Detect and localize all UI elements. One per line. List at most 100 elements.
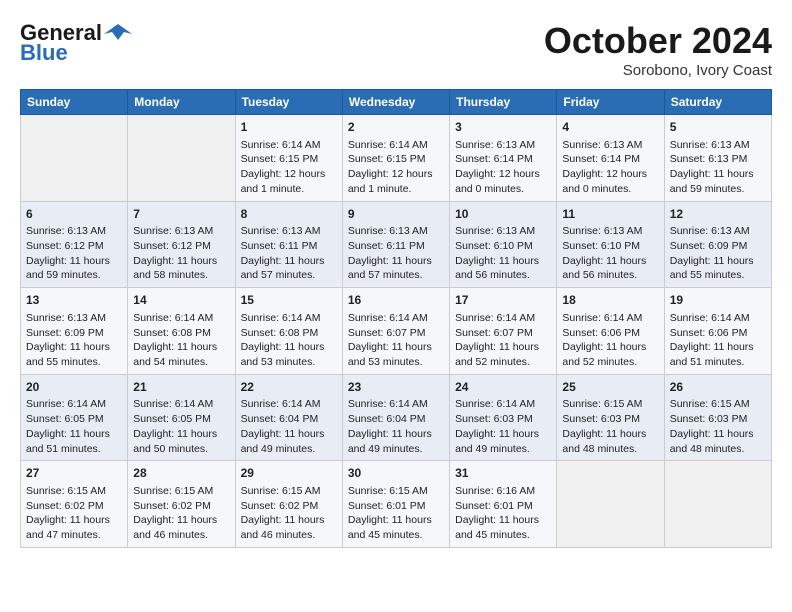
day-number: 14 (133, 292, 229, 309)
day-number: 28 (133, 465, 229, 482)
empty-cell (664, 461, 771, 548)
day-info-line: Sunset: 6:03 PM (562, 412, 658, 427)
weekday-header-saturday: Saturday (664, 90, 771, 115)
day-info-line: Sunrise: 6:13 AM (348, 224, 444, 239)
weekday-header-monday: Monday (128, 90, 235, 115)
day-info-line: Sunrise: 6:13 AM (670, 138, 766, 153)
day-info-line: Sunrise: 6:13 AM (455, 138, 551, 153)
day-info-line: Sunset: 6:04 PM (348, 412, 444, 427)
day-info-line: Sunrise: 6:15 AM (562, 397, 658, 412)
day-number: 30 (348, 465, 444, 482)
day-number: 20 (26, 379, 122, 396)
day-number: 27 (26, 465, 122, 482)
day-number: 19 (670, 292, 766, 309)
day-info-line: Sunrise: 6:16 AM (455, 484, 551, 499)
day-number: 21 (133, 379, 229, 396)
day-cell-12: 12Sunrise: 6:13 AMSunset: 6:09 PMDayligh… (664, 201, 771, 288)
day-info-line: Sunset: 6:05 PM (133, 412, 229, 427)
day-cell-19: 19Sunrise: 6:14 AMSunset: 6:06 PMDayligh… (664, 288, 771, 375)
day-info-line: Sunset: 6:08 PM (241, 326, 337, 341)
day-info-line: Daylight: 11 hours and 57 minutes. (241, 254, 337, 283)
day-number: 11 (562, 206, 658, 223)
day-cell-31: 31Sunrise: 6:16 AMSunset: 6:01 PMDayligh… (450, 461, 557, 548)
day-info-line: Daylight: 11 hours and 51 minutes. (670, 340, 766, 369)
calendar-table: SundayMondayTuesdayWednesdayThursdayFrid… (20, 89, 772, 548)
day-info-line: Sunset: 6:11 PM (348, 239, 444, 254)
day-cell-15: 15Sunrise: 6:14 AMSunset: 6:08 PMDayligh… (235, 288, 342, 375)
day-cell-22: 22Sunrise: 6:14 AMSunset: 6:04 PMDayligh… (235, 374, 342, 461)
day-number: 6 (26, 206, 122, 223)
day-cell-2: 2Sunrise: 6:14 AMSunset: 6:15 PMDaylight… (342, 115, 449, 202)
weekday-header-sunday: Sunday (21, 90, 128, 115)
day-info-line: Sunset: 6:07 PM (455, 326, 551, 341)
empty-cell (128, 115, 235, 202)
day-number: 15 (241, 292, 337, 309)
day-info-line: Daylight: 11 hours and 49 minutes. (348, 427, 444, 456)
day-cell-29: 29Sunrise: 6:15 AMSunset: 6:02 PMDayligh… (235, 461, 342, 548)
day-info-line: Sunrise: 6:14 AM (455, 311, 551, 326)
day-info-line: Sunrise: 6:14 AM (670, 311, 766, 326)
location-subtitle: Sorobono, Ivory Coast (544, 62, 772, 79)
day-info-line: Sunset: 6:03 PM (455, 412, 551, 427)
day-info-line: Sunrise: 6:14 AM (241, 138, 337, 153)
day-info-line: Sunrise: 6:14 AM (241, 311, 337, 326)
day-number: 29 (241, 465, 337, 482)
day-info-line: Sunrise: 6:14 AM (26, 397, 122, 412)
day-number: 17 (455, 292, 551, 309)
day-info-line: Sunset: 6:02 PM (133, 499, 229, 514)
day-info-line: Daylight: 11 hours and 45 minutes. (455, 513, 551, 542)
day-info-line: Sunset: 6:08 PM (133, 326, 229, 341)
day-info-line: Sunrise: 6:14 AM (241, 397, 337, 412)
day-info-line: Sunrise: 6:13 AM (26, 311, 122, 326)
day-cell-8: 8Sunrise: 6:13 AMSunset: 6:11 PMDaylight… (235, 201, 342, 288)
day-cell-1: 1Sunrise: 6:14 AMSunset: 6:15 PMDaylight… (235, 115, 342, 202)
day-info-line: Daylight: 11 hours and 49 minutes. (241, 427, 337, 456)
day-cell-30: 30Sunrise: 6:15 AMSunset: 6:01 PMDayligh… (342, 461, 449, 548)
day-number: 3 (455, 119, 551, 136)
weekday-header-row: SundayMondayTuesdayWednesdayThursdayFrid… (21, 90, 772, 115)
day-info-line: Daylight: 11 hours and 53 minutes. (348, 340, 444, 369)
day-number: 4 (562, 119, 658, 136)
weekday-header-tuesday: Tuesday (235, 90, 342, 115)
day-info-line: Sunrise: 6:15 AM (348, 484, 444, 499)
day-info-line: Sunset: 6:12 PM (133, 239, 229, 254)
day-info-line: Sunset: 6:10 PM (562, 239, 658, 254)
day-cell-21: 21Sunrise: 6:14 AMSunset: 6:05 PMDayligh… (128, 374, 235, 461)
day-cell-13: 13Sunrise: 6:13 AMSunset: 6:09 PMDayligh… (21, 288, 128, 375)
title-area: October 2024 Sorobono, Ivory Coast (544, 20, 772, 79)
day-info-line: Daylight: 12 hours and 0 minutes. (455, 167, 551, 196)
day-info-line: Sunset: 6:03 PM (670, 412, 766, 427)
day-info-line: Sunrise: 6:13 AM (455, 224, 551, 239)
week-row-4: 20Sunrise: 6:14 AMSunset: 6:05 PMDayligh… (21, 374, 772, 461)
day-cell-16: 16Sunrise: 6:14 AMSunset: 6:07 PMDayligh… (342, 288, 449, 375)
day-cell-24: 24Sunrise: 6:14 AMSunset: 6:03 PMDayligh… (450, 374, 557, 461)
day-info-line: Sunset: 6:11 PM (241, 239, 337, 254)
day-info-line: Sunset: 6:14 PM (562, 152, 658, 167)
day-info-line: Daylight: 12 hours and 1 minute. (241, 167, 337, 196)
day-number: 8 (241, 206, 337, 223)
day-info-line: Sunset: 6:09 PM (670, 239, 766, 254)
day-info-line: Sunset: 6:01 PM (455, 499, 551, 514)
day-info-line: Sunset: 6:15 PM (348, 152, 444, 167)
day-cell-20: 20Sunrise: 6:14 AMSunset: 6:05 PMDayligh… (21, 374, 128, 461)
day-info-line: Sunset: 6:07 PM (348, 326, 444, 341)
day-info-line: Daylight: 11 hours and 51 minutes. (26, 427, 122, 456)
day-number: 16 (348, 292, 444, 309)
day-cell-26: 26Sunrise: 6:15 AMSunset: 6:03 PMDayligh… (664, 374, 771, 461)
day-info-line: Sunrise: 6:13 AM (26, 224, 122, 239)
day-cell-9: 9Sunrise: 6:13 AMSunset: 6:11 PMDaylight… (342, 201, 449, 288)
day-info-line: Daylight: 11 hours and 48 minutes. (670, 427, 766, 456)
day-info-line: Sunrise: 6:15 AM (133, 484, 229, 499)
day-info-line: Daylight: 11 hours and 48 minutes. (562, 427, 658, 456)
day-info-line: Sunset: 6:13 PM (670, 152, 766, 167)
day-cell-7: 7Sunrise: 6:13 AMSunset: 6:12 PMDaylight… (128, 201, 235, 288)
day-cell-23: 23Sunrise: 6:14 AMSunset: 6:04 PMDayligh… (342, 374, 449, 461)
day-info-line: Sunrise: 6:15 AM (26, 484, 122, 499)
month-title: October 2024 (544, 20, 772, 62)
day-number: 24 (455, 379, 551, 396)
week-row-3: 13Sunrise: 6:13 AMSunset: 6:09 PMDayligh… (21, 288, 772, 375)
day-cell-18: 18Sunrise: 6:14 AMSunset: 6:06 PMDayligh… (557, 288, 664, 375)
day-number: 13 (26, 292, 122, 309)
day-info-line: Daylight: 11 hours and 45 minutes. (348, 513, 444, 542)
day-info-line: Daylight: 11 hours and 56 minutes. (562, 254, 658, 283)
